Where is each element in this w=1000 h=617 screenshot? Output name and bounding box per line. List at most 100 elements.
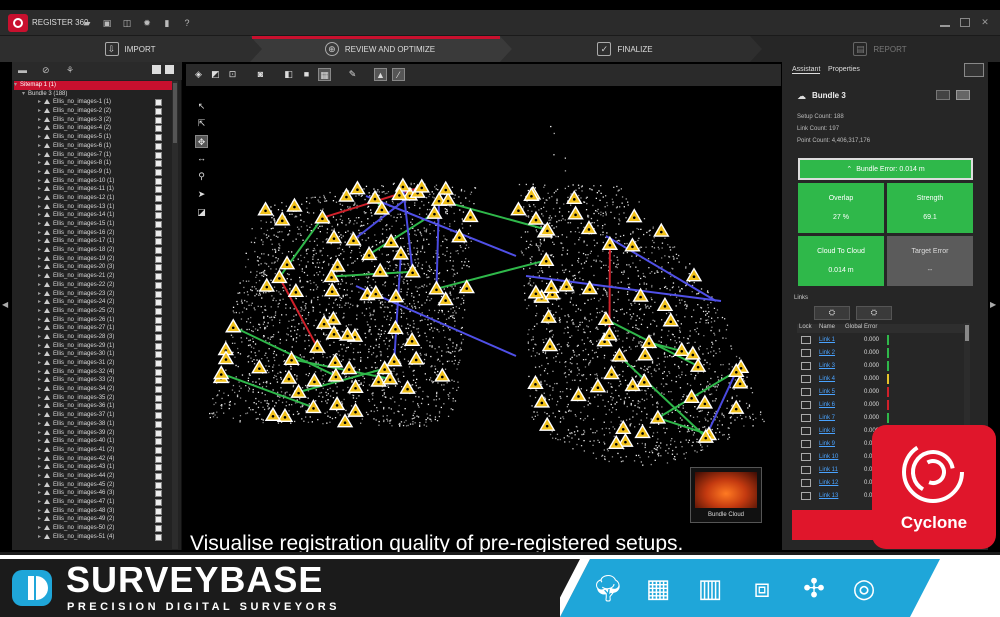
- visibility-checkbox[interactable]: [155, 420, 162, 428]
- delete-icon[interactable]: ▮: [162, 18, 172, 28]
- visibility-checkbox[interactable]: [155, 333, 162, 341]
- setup-marker-icon[interactable]: [264, 406, 282, 421]
- tree-setup-item[interactable]: ▸ Ellis_no_images-5 (1): [14, 133, 174, 142]
- tree-setup-item[interactable]: ▸ Ellis_no_images-2 (2): [14, 107, 174, 116]
- visibility-checkbox[interactable]: [155, 125, 162, 133]
- setup-marker-icon[interactable]: [601, 235, 619, 250]
- setup-marker-icon[interactable]: [251, 359, 268, 374]
- visibility-checkbox[interactable]: [155, 281, 162, 289]
- tree-setup-item[interactable]: ▸ Ellis_no_images-14 (1): [14, 211, 174, 220]
- visibility-checkbox[interactable]: [155, 307, 162, 315]
- lock-checkbox[interactable]: [801, 478, 811, 487]
- setup-marker-icon[interactable]: [533, 393, 551, 408]
- tree-setup-item[interactable]: ▸ Ellis_no_images-46 (3): [14, 489, 174, 498]
- grid-view-icon[interactable]: ▦: [318, 68, 331, 81]
- visibility-checkbox[interactable]: [155, 299, 162, 307]
- setup-marker-icon[interactable]: [696, 394, 714, 409]
- link-name[interactable]: Link 9: [819, 441, 849, 447]
- lock-checkbox[interactable]: [801, 491, 811, 500]
- setup-marker-icon[interactable]: [728, 399, 745, 414]
- link-name[interactable]: Link 7: [819, 415, 849, 421]
- visibility-checkbox[interactable]: [155, 116, 162, 124]
- visibility-checkbox[interactable]: [155, 255, 162, 263]
- lock-checkbox[interactable]: [801, 465, 811, 474]
- link-row[interactable]: Link 7 0.000: [797, 411, 965, 424]
- cube-view-icon[interactable]: ◈: [192, 68, 205, 81]
- visibility-checkbox[interactable]: [155, 229, 162, 237]
- folder-icon[interactable]: ▬: [18, 65, 27, 75]
- tree-setup-item[interactable]: ▸ Ellis_no_images-45 (2): [14, 481, 174, 490]
- tree-setup-item[interactable]: ▸ Ellis_no_images-29 (1): [14, 342, 174, 351]
- setup-marker-icon[interactable]: [649, 409, 667, 424]
- hierarchy-icon[interactable]: ⚘: [66, 65, 74, 76]
- tree-setup-item[interactable]: ▸ Ellis_no_images-43 (1): [14, 463, 174, 472]
- link-name[interactable]: Link 10: [819, 454, 849, 460]
- visibility-checkbox[interactable]: [155, 386, 162, 394]
- camera-icon[interactable]: ◙: [254, 68, 267, 81]
- setup-marker-icon[interactable]: [634, 424, 651, 439]
- tree-setup-item[interactable]: ▸ Ellis_no_images-27 (1): [14, 324, 174, 333]
- tab-properties[interactable]: Properties: [828, 66, 860, 73]
- visibility-checkbox[interactable]: [155, 516, 162, 524]
- tree-setup-item[interactable]: ▸ Ellis_no_images-35 (2): [14, 394, 174, 403]
- setup-marker-icon[interactable]: [280, 369, 298, 384]
- setup-marker-icon[interactable]: [407, 350, 425, 365]
- setup-marker-icon[interactable]: [306, 372, 323, 387]
- visibility-checkbox[interactable]: [155, 238, 162, 246]
- visibility-checkbox[interactable]: [155, 273, 162, 281]
- tree-setup-item[interactable]: ▸ Ellis_no_images-28 (3): [14, 333, 174, 342]
- tree-setup-item[interactable]: ▸ Ellis_no_images-13 (1): [14, 203, 174, 212]
- tree-setup-item[interactable]: ▸ Ellis_no_images-42 (4): [14, 455, 174, 464]
- setup-marker-icon[interactable]: [543, 278, 560, 294]
- visibility-checkbox[interactable]: [155, 525, 162, 533]
- link-row[interactable]: Link 4 0.000: [797, 372, 965, 385]
- bundle-error-bar[interactable]: ⌃ Bundle Error: 0.014 m: [798, 158, 973, 180]
- export-icon[interactable]: ◫: [122, 18, 132, 28]
- setup-marker-icon[interactable]: [662, 312, 679, 327]
- setup-marker-icon[interactable]: [636, 346, 654, 361]
- visibility-checkbox[interactable]: [155, 472, 162, 480]
- orbit-tool-icon[interactable]: ✥: [195, 135, 208, 148]
- select-all-icon[interactable]: [165, 65, 174, 74]
- lock-checkbox[interactable]: [801, 400, 811, 409]
- tree-setup-item[interactable]: ▸ Ellis_no_images-24 (2): [14, 298, 174, 307]
- link-name[interactable]: Link 5: [819, 389, 849, 395]
- link-row[interactable]: Link 3 0.000: [797, 359, 965, 372]
- setup-marker-icon[interactable]: [566, 189, 583, 205]
- tile-overlap[interactable]: Overlap 27 %: [798, 183, 884, 233]
- setup-marker-icon[interactable]: [387, 319, 404, 335]
- link-row[interactable]: Link 1 0.000: [797, 333, 965, 346]
- visibility-checkbox[interactable]: [155, 446, 162, 454]
- visibility-checkbox[interactable]: [155, 177, 162, 185]
- link-row[interactable]: Link 2 0.000: [797, 346, 965, 359]
- select-tool-icon[interactable]: ↖: [195, 100, 208, 113]
- lock-checkbox[interactable]: [801, 439, 811, 448]
- setup-marker-icon[interactable]: [541, 337, 559, 352]
- targets-toggle-icon[interactable]: ▲: [374, 68, 387, 81]
- tree-setup-item[interactable]: ▸ Ellis_no_images-26 (1): [14, 316, 174, 325]
- step-report[interactable]: ▤ REPORT: [820, 36, 940, 62]
- lock-checkbox[interactable]: [801, 374, 811, 383]
- tree-bundle[interactable]: ▾ Bundle 3 (188): [14, 90, 174, 99]
- visibility-checkbox[interactable]: [155, 168, 162, 176]
- tree-setup-item[interactable]: ▸ Ellis_no_images-1 (1): [14, 98, 174, 107]
- tile-target-error[interactable]: Target Error --: [887, 236, 973, 286]
- visibility-checkbox[interactable]: [155, 342, 162, 350]
- setup-marker-icon[interactable]: [371, 262, 389, 277]
- setup-marker-icon[interactable]: [653, 222, 670, 237]
- visibility-checkbox[interactable]: [155, 142, 162, 150]
- setup-marker-icon[interactable]: [286, 197, 303, 212]
- visibility-checkbox[interactable]: [155, 186, 162, 194]
- tree-scrollbar[interactable]: [172, 81, 178, 549]
- setup-marker-icon[interactable]: [360, 246, 378, 261]
- setup-marker-icon[interactable]: [274, 211, 291, 226]
- tree-setup-item[interactable]: ▸ Ellis_no_images-49 (2): [14, 515, 174, 524]
- lock-checkbox[interactable]: [801, 426, 811, 435]
- tree-setup-item[interactable]: ▸ Ellis_no_images-7 (1): [14, 151, 174, 160]
- lock-checkbox[interactable]: [801, 361, 811, 370]
- lock-checkbox[interactable]: [801, 387, 811, 396]
- list-view-icon[interactable]: [936, 90, 950, 100]
- tree-setup-item[interactable]: ▸ Ellis_no_images-37 (1): [14, 411, 174, 420]
- setup-marker-icon[interactable]: [338, 187, 355, 202]
- navigate-tool-icon[interactable]: ➤: [195, 188, 208, 201]
